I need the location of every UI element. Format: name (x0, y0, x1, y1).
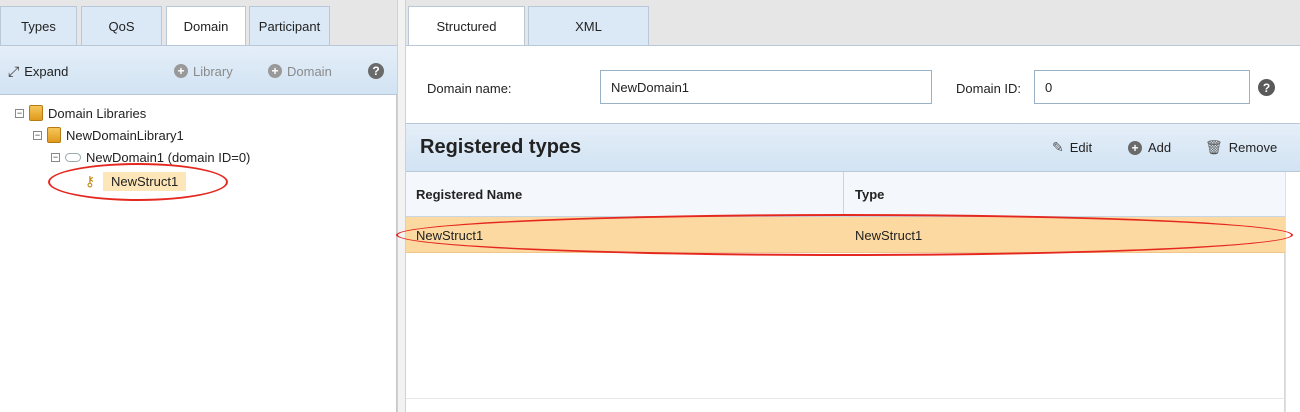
folder-icon (29, 105, 43, 121)
left-tab-bar: Types QoS Domain Participant (0, 0, 397, 46)
tree-label: Domain Libraries (48, 105, 147, 121)
collapse-toggle-icon[interactable]: − (33, 130, 42, 140)
cell-type: NewStruct1 (855, 227, 923, 243)
tree-node-struct[interactable]: ⚷ NewStruct1 (82, 169, 187, 193)
add-button[interactable]: + Add (1128, 124, 1171, 171)
remove-button[interactable]: 🗑 Remove (1205, 124, 1277, 171)
left-panel: Types QoS Domain Participant ⤢ Expand + … (0, 0, 397, 412)
column-header-type[interactable]: Type (845, 172, 1285, 217)
remove-label: Remove (1228, 140, 1278, 155)
left-help-button[interactable]: ? (368, 46, 384, 96)
pencil-icon: ✎ (1052, 139, 1064, 155)
collapse-toggle-icon[interactable]: − (51, 152, 60, 162)
edit-label: Edit (1069, 140, 1093, 155)
app-window: Types QoS Domain Participant ⤢ Expand + … (0, 0, 1300, 412)
plus-circle-icon: + (174, 64, 188, 78)
domain-name-input[interactable] (600, 70, 932, 104)
expand-button[interactable]: ⤢ Expand (8, 46, 68, 96)
domain-name-label: Domain name: (427, 81, 512, 96)
tree-node-domain-libraries[interactable]: − Domain Libraries (15, 103, 146, 123)
tab-qos[interactable]: QoS (81, 6, 162, 45)
left-toolbar: ⤢ Expand + Library + Domain ? (0, 45, 397, 95)
domain-id-input[interactable] (1034, 70, 1250, 104)
add-library-button[interactable]: + Library (174, 46, 233, 96)
tree-node-domain[interactable]: − NewDomain1 (domain ID=0) (51, 147, 250, 167)
panel-splitter[interactable] (397, 0, 406, 412)
right-panel: Structured XML Domain name: Domain ID: ?… (396, 0, 1300, 412)
tab-types[interactable]: Types (0, 6, 77, 45)
column-header-registered-name[interactable]: Registered Name (406, 172, 844, 217)
add-library-label: Library (193, 63, 233, 79)
cell-registered-name: NewStruct1 (416, 227, 484, 243)
registered-types-header: Registered types ✎ Edit + Add 🗑 Remove (406, 123, 1300, 172)
add-label: Add (1148, 140, 1172, 155)
registered-types-title: Registered types (420, 136, 582, 158)
domain-form: Domain name: Domain ID: ? (406, 45, 1300, 123)
plus-circle-icon: + (268, 64, 282, 78)
help-icon: ? (368, 63, 384, 79)
expand-icon: ⤢ (8, 62, 20, 79)
registered-types-table: Registered Name Type NewStruct1 NewStruc… (406, 172, 1285, 412)
tree-node-library[interactable]: − NewDomainLibrary1 (33, 125, 184, 145)
tab-participant[interactable]: Participant (249, 6, 330, 45)
tab-xml[interactable]: XML (528, 6, 649, 45)
tree-label: NewDomain1 (domain ID=0) (86, 149, 251, 165)
tree-label: NewDomainLibrary1 (66, 127, 184, 143)
domain-id-label: Domain ID: (956, 81, 1022, 96)
collapse-toggle-icon[interactable]: − (15, 108, 24, 118)
table-row[interactable]: NewStruct1 NewStruct1 (406, 217, 1285, 253)
table-header: Registered Name Type (406, 172, 1285, 217)
add-domain-button[interactable]: + Domain (268, 46, 332, 96)
add-domain-label: Domain (287, 63, 332, 79)
folder-icon (47, 127, 61, 143)
table-scrollbar[interactable] (1285, 172, 1300, 412)
tab-structured[interactable]: Structured (408, 6, 525, 46)
cloud-icon (65, 152, 81, 162)
tab-domain[interactable]: Domain (166, 6, 246, 46)
tree-label: NewStruct1 (103, 171, 187, 191)
trash-icon: 🗑 (1205, 139, 1223, 155)
right-tab-bar: Structured XML (406, 0, 1300, 46)
key-icon: ⚷ (84, 172, 96, 189)
expand-label: Expand (24, 63, 69, 79)
edit-button[interactable]: ✎ Edit (1052, 124, 1092, 171)
plus-circle-icon: + (1128, 140, 1142, 155)
help-icon[interactable]: ? (1258, 79, 1275, 96)
divider (406, 398, 1285, 399)
